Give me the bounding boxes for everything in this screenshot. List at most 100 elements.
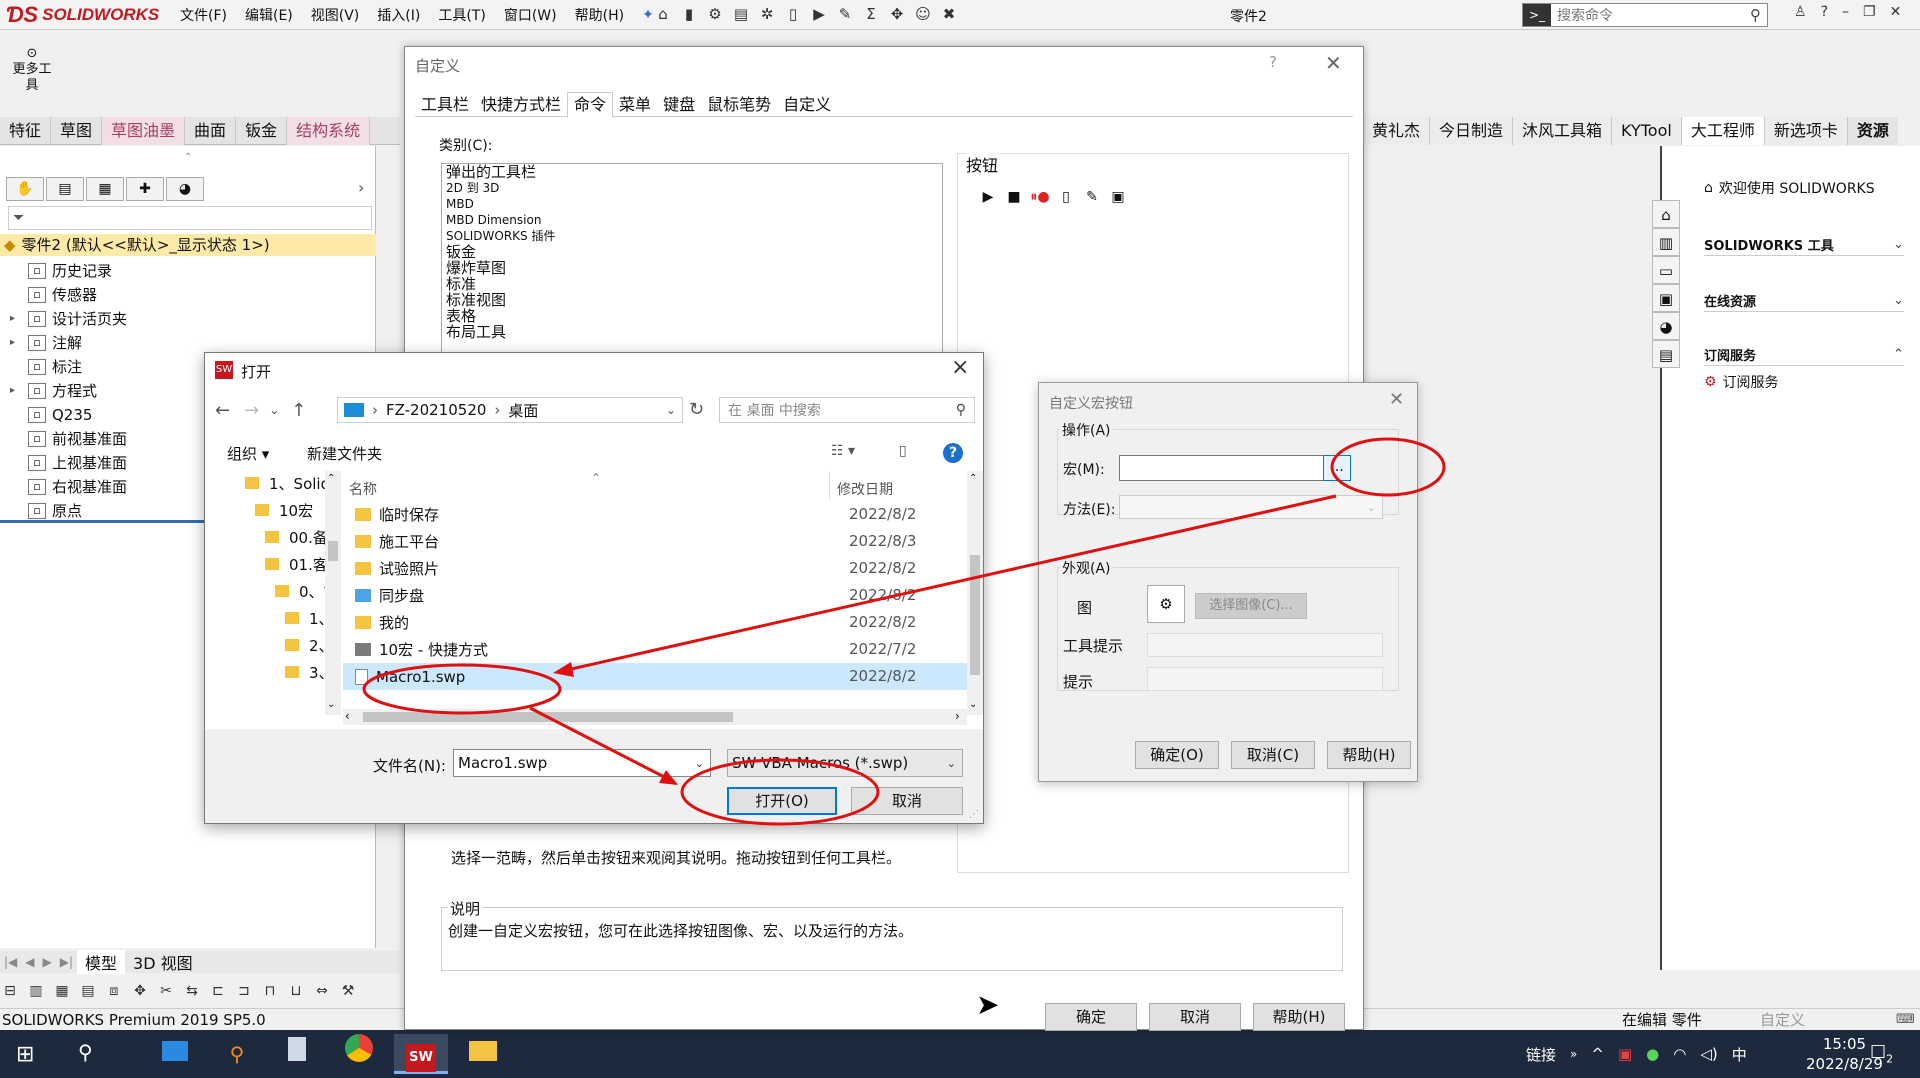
menu-item-2[interactable]: 视图(V) — [311, 5, 360, 25]
nav-tree-item[interactable]: 10宏 — [205, 498, 325, 525]
file-row[interactable]: 施工平台 2022/8/3 — [343, 528, 967, 555]
sum-icon[interactable]: Σ — [860, 5, 882, 25]
prev-icon[interactable]: ◀ — [21, 955, 38, 969]
home-tab-icon[interactable]: ⌂ — [1652, 200, 1680, 228]
tools-icon[interactable]: ⚒ — [338, 983, 358, 999]
tree-node[interactable]: ▫ 右视基准面 — [10, 476, 127, 498]
file-row[interactable]: 临时保存 2022/8/2 — [343, 501, 967, 528]
display-manager-icon[interactable]: ◕ — [166, 177, 204, 201]
menu-item-1[interactable]: 编辑(E) — [245, 5, 293, 25]
document-icon[interactable]: ▯ — [782, 5, 804, 25]
volume-icon[interactable]: ◁) — [1700, 1045, 1717, 1063]
mirror-icon[interactable]: ⇆ — [182, 983, 202, 999]
category-item[interactable]: 钣金 — [442, 244, 942, 260]
macro-cancel-button[interactable]: 取消(C) — [1231, 741, 1315, 769]
command-tab-right-6[interactable]: 资源 — [1846, 117, 1898, 145]
tree-node[interactable]: ▫ 传感器 — [10, 284, 97, 306]
category-item[interactable]: 弹出的工具栏 — [442, 164, 942, 180]
nav-tree-item[interactable]: 1、Solid — [205, 471, 325, 498]
ime-indicator[interactable]: 中 — [1732, 1044, 1747, 1065]
align-icon[interactable]: ⊟ — [0, 983, 20, 999]
column-divider[interactable] — [829, 471, 830, 499]
view-options-icon[interactable]: ☷ ▾ — [831, 443, 855, 459]
scroll-left-icon[interactable]: ‹ — [345, 709, 350, 723]
macro-icon[interactable]: ⚙ — [704, 5, 726, 25]
method-select[interactable]: ⌄ — [1119, 495, 1383, 519]
first-icon[interactable]: |◀ — [0, 955, 21, 969]
file-explorer-app-icon[interactable] — [456, 1034, 510, 1074]
nav-tree-item[interactable]: 01.客 — [205, 552, 325, 579]
customize-ok-button[interactable]: 确定 — [1045, 1003, 1137, 1031]
new-macro-icon[interactable]: ▯ — [1055, 189, 1077, 205]
category-item[interactable]: 2D 到 3D — [442, 180, 942, 196]
file-row[interactable]: 试验照片 2022/8/2 — [343, 555, 967, 582]
tree-filter[interactable]: ⏷ — [8, 206, 372, 230]
file-scroll-thumb[interactable] — [970, 555, 980, 675]
folder-search-input[interactable]: 在 桌面 中搜索 ⚲ — [719, 397, 975, 423]
nav-scroll-thumb[interactable] — [328, 541, 338, 561]
column-date[interactable]: 修改日期 — [837, 479, 893, 499]
macro-ok-button[interactable]: 确定(O) — [1135, 741, 1219, 769]
customize-tab-1[interactable]: 快捷方式栏 — [475, 93, 567, 117]
category-item[interactable]: 标准视图 — [442, 292, 942, 308]
tray-app-icon[interactable]: ▣ — [1618, 1045, 1632, 1063]
choose-image-button[interactable]: 选择图像(C)... — [1195, 593, 1307, 619]
recent-dropdown-icon[interactable]: ⌄ — [269, 403, 279, 417]
nav-tree-item[interactable]: 1、 — [205, 606, 325, 633]
refresh-icon[interactable]: ↻ — [689, 399, 704, 420]
help-icon[interactable]: ? — [1821, 4, 1828, 20]
file-list-hscrollbar[interactable]: ‹ › — [343, 709, 967, 725]
command-tab-2[interactable]: 草图油墨 — [102, 116, 186, 145]
customize-help-button[interactable]: 帮助(H) — [1253, 1003, 1345, 1031]
command-tab-right-4[interactable]: 大工程师 — [1680, 117, 1764, 145]
run-macro-icon[interactable]: ▶ — [977, 189, 999, 205]
up-icon[interactable]: ↑ — [291, 400, 306, 421]
run-icon[interactable]: ▶ — [808, 5, 830, 25]
search-icon[interactable]: ⚲ — [1750, 6, 1761, 24]
menu-item-6[interactable]: 帮助(H) — [575, 5, 624, 25]
desktop-app-icon[interactable] — [148, 1034, 202, 1074]
excel-icon[interactable]: ✖ — [938, 5, 960, 25]
panel-grip[interactable]: ⌃ — [184, 152, 192, 163]
tree-node[interactable]: ▫ 原点 — [10, 500, 82, 522]
dim-expert-icon[interactable]: ✚ — [126, 177, 164, 201]
tab-model[interactable]: 模型 — [77, 950, 126, 974]
tab-3d-view[interactable]: 3D 视图 — [125, 950, 201, 974]
macro-path-input[interactable] — [1119, 455, 1329, 481]
chevron-down-icon[interactable]: ⌄ — [695, 757, 704, 770]
record-macro-icon[interactable]: ⏸● — [1029, 189, 1051, 205]
distribute-icon[interactable]: ▥ — [26, 983, 46, 999]
close-icon[interactable]: ✕ — [1325, 51, 1342, 75]
minimize-icon[interactable]: – — [1842, 4, 1849, 20]
section-subscription[interactable]: 订阅服务 ⌃ — [1704, 344, 1904, 366]
library-tab-icon[interactable]: ▥ — [1652, 228, 1680, 256]
list-icon[interactable]: ▤ — [730, 5, 752, 25]
customize-tab-2[interactable]: 命令 — [567, 91, 614, 118]
chevron-right-icon[interactable]: › — [358, 178, 364, 197]
command-tab-1[interactable]: 草图 — [51, 116, 103, 145]
wifi-icon[interactable]: ◠ — [1673, 1045, 1686, 1063]
align-bottom-icon[interactable]: ⊔ — [286, 983, 306, 999]
tree-node[interactable]: ▫ 上视基准面 — [10, 452, 127, 474]
tray-link-label[interactable]: 链接 — [1526, 1044, 1556, 1065]
feature-tree-icon[interactable]: ✋ — [6, 177, 44, 201]
align-right-icon[interactable]: ⊐ — [234, 983, 254, 999]
menu-item-0[interactable]: 文件(F) — [180, 5, 227, 25]
align-left-icon[interactable]: ⊏ — [208, 983, 228, 999]
category-item[interactable]: 爆炸草图 — [442, 260, 942, 276]
wechat-icon[interactable]: ● — [1646, 1045, 1659, 1063]
puzzle-icon[interactable]: ✥ — [886, 5, 908, 25]
command-tab-5[interactable]: 结构系统 — [287, 116, 371, 145]
close-icon[interactable]: ✕ — [1890, 4, 1902, 20]
space-icon[interactable]: ⇔ — [312, 983, 332, 999]
tree-node[interactable]: ▫ 历史记录 — [10, 260, 112, 282]
settings-icon[interactable]: ✲ — [756, 5, 778, 25]
scroll-right-icon[interactable]: › — [955, 709, 960, 723]
category-item[interactable]: 表格 — [442, 308, 942, 324]
hint-input[interactable] — [1147, 667, 1383, 691]
expand-icon[interactable]: ▸ — [10, 308, 24, 330]
solidworks-logo[interactable]: ƊS SOLIDWORKS — [6, 2, 159, 28]
account-icon[interactable]: ♙ — [1794, 4, 1807, 20]
category-item[interactable]: 布局工具 — [442, 324, 942, 340]
nav-tree-item[interactable]: 3、 — [205, 660, 325, 687]
